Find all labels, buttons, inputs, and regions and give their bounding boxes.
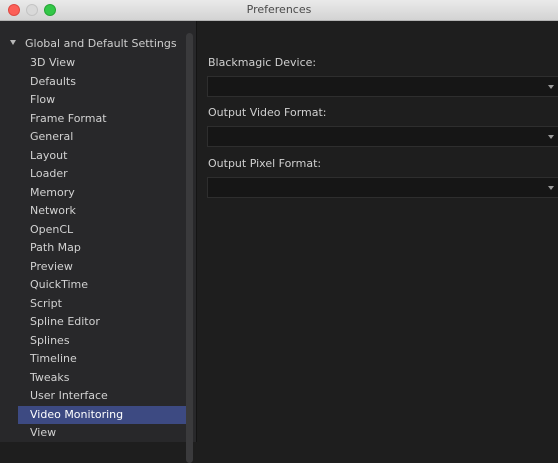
output-pixel-format-label: Output Pixel Format: <box>208 157 322 170</box>
tree-item-network[interactable]: Network <box>18 202 186 221</box>
sidebar-scrollbar[interactable] <box>186 33 193 463</box>
disclosure-triangle-icon[interactable] <box>10 40 16 45</box>
tree-item-3d-view[interactable]: 3D View <box>18 54 186 73</box>
output-video-format-dropdown[interactable] <box>207 126 558 147</box>
settings-panel: Blackmagic Device: Output Video Format: … <box>197 21 558 442</box>
tree-item-spline-editor[interactable]: Spline Editor <box>18 313 186 332</box>
tree-item-path-map[interactable]: Path Map <box>18 239 186 258</box>
tree-item-tweaks[interactable]: Tweaks <box>18 369 186 388</box>
window-title: Preferences <box>246 3 312 16</box>
tree-item-general[interactable]: General <box>18 128 186 147</box>
blackmagic-device-dropdown[interactable] <box>207 76 558 97</box>
tree-root-label: Global and Default Settings <box>25 37 177 50</box>
tree-item-script[interactable]: Script <box>18 295 186 314</box>
tree-item-flow[interactable]: Flow <box>18 91 186 110</box>
output-video-format-label: Output Video Format: <box>208 106 327 119</box>
tree-item-memory[interactable]: Memory <box>18 184 186 203</box>
tree-item-splines[interactable]: Splines <box>18 332 186 351</box>
tree-root-global-default-settings[interactable]: Global and Default Settings <box>10 37 177 53</box>
tree-item-view[interactable]: View <box>18 424 186 443</box>
chevron-down-icon <box>548 85 554 89</box>
tree-item-defaults[interactable]: Defaults <box>18 73 186 92</box>
tree-item-video-monitoring[interactable]: Video Monitoring <box>18 405 186 424</box>
blackmagic-device-label: Blackmagic Device: <box>208 56 317 69</box>
tree-item-layout[interactable]: Layout <box>18 147 186 166</box>
tree-item-user-interface[interactable]: User Interface <box>18 387 186 406</box>
settings-tree-sidebar: Global and Default Settings 3D View Defa… <box>0 21 197 463</box>
chevron-down-icon <box>548 186 554 190</box>
tree-item-quicktime[interactable]: QuickTime <box>18 276 186 295</box>
tree-item-loader[interactable]: Loader <box>18 165 186 184</box>
tree-item-preview[interactable]: Preview <box>18 258 186 277</box>
chevron-down-icon <box>548 135 554 139</box>
output-pixel-format-dropdown[interactable] <box>207 177 558 198</box>
tree-item-opencl[interactable]: OpenCL <box>18 221 186 240</box>
tree-item-frame-format[interactable]: Frame Format <box>18 110 186 129</box>
tree-item-timeline[interactable]: Timeline <box>18 350 186 369</box>
title-bar: Preferences <box>0 0 558 21</box>
tree-items: 3D View Defaults Flow Frame Format Gener… <box>18 54 186 443</box>
